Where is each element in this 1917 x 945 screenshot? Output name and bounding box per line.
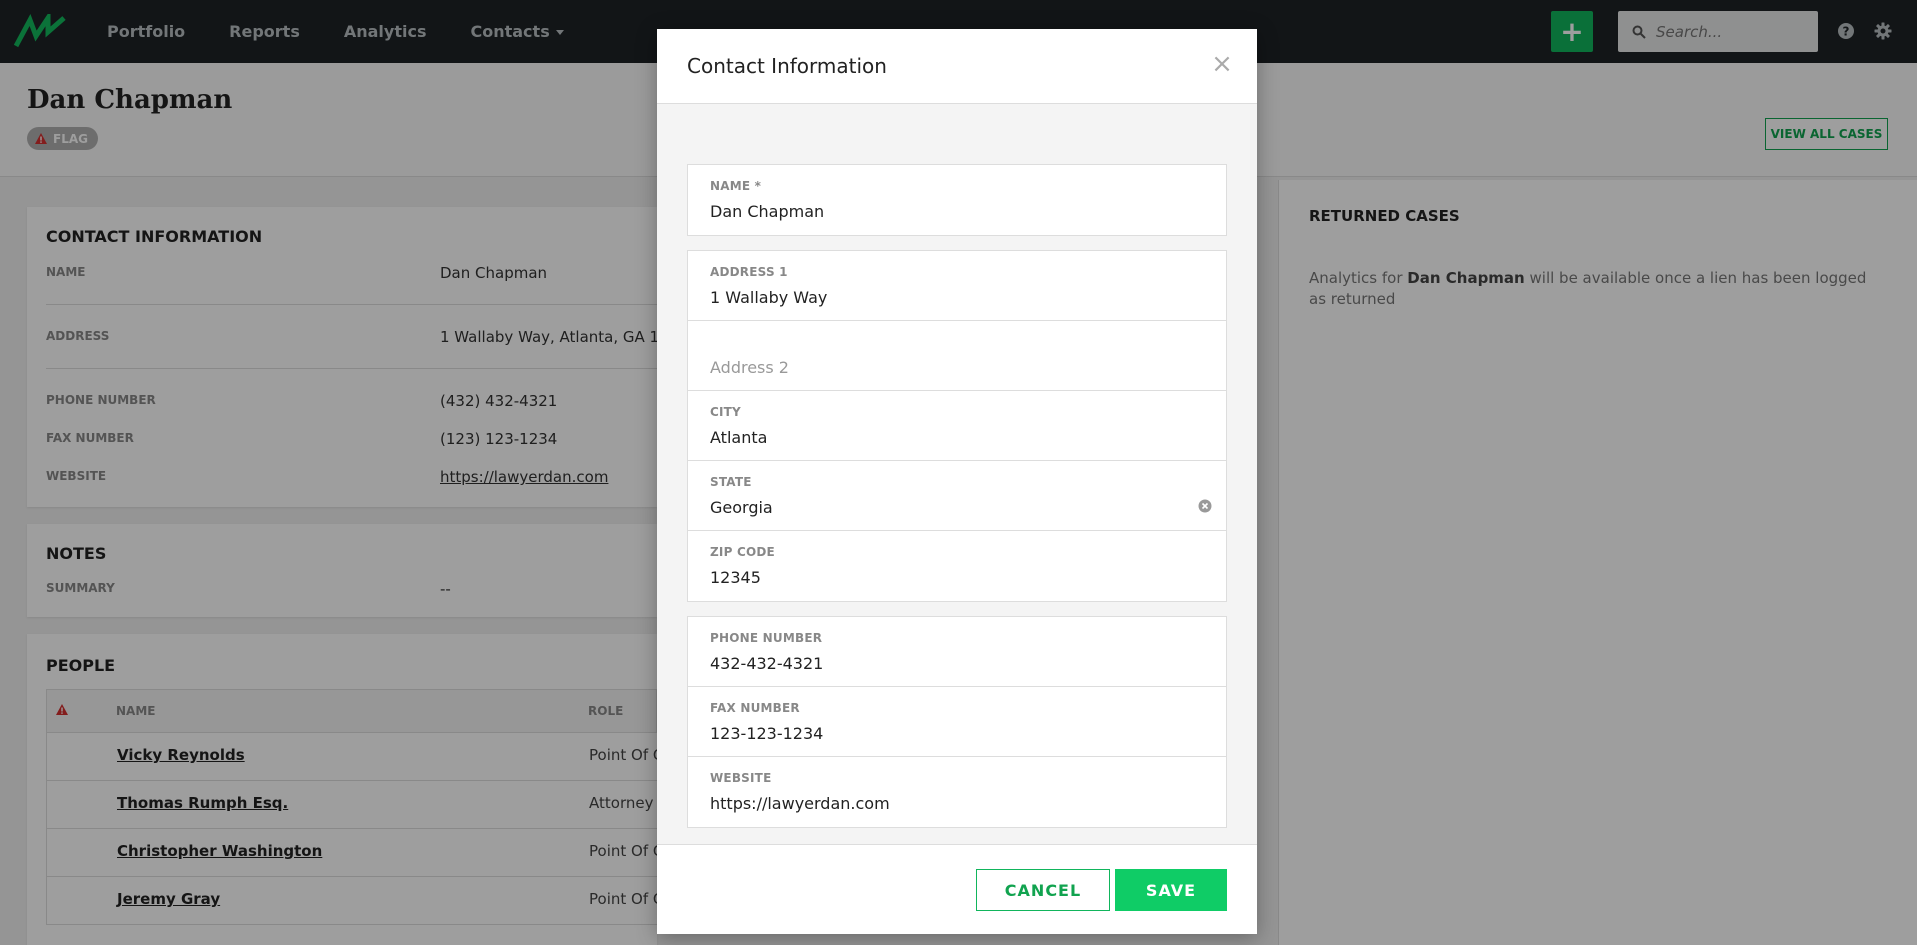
address1-field-label: ADDRESS 1	[710, 265, 788, 279]
modal-body: NAME * ADDRESS 1 CITY STATE	[657, 104, 1257, 844]
name-field-label: NAME *	[710, 179, 762, 193]
save-button[interactable]: SAVE	[1115, 869, 1227, 911]
name-field-group: NAME *	[687, 164, 1227, 236]
city-field[interactable]: CITY	[688, 391, 1226, 461]
cancel-button[interactable]: CANCEL	[976, 869, 1110, 911]
zip-input[interactable]	[710, 565, 1190, 589]
city-field-label: CITY	[710, 405, 741, 419]
fax-input[interactable]	[710, 721, 1190, 745]
website-field-label: WEBSITE	[710, 771, 772, 785]
contact-information-modal: Contact Information × NAME * ADDRESS 1 C…	[657, 29, 1257, 934]
address-field-group: ADDRESS 1 CITY STATE ZIP CODE	[687, 250, 1227, 602]
contact-field-group: PHONE NUMBER FAX NUMBER WEBSITE	[687, 616, 1227, 828]
website-field[interactable]: WEBSITE	[688, 757, 1226, 827]
zip-field[interactable]: ZIP CODE	[688, 531, 1226, 601]
address1-field[interactable]: ADDRESS 1	[688, 251, 1226, 321]
name-input[interactable]	[710, 199, 1190, 223]
address2-input[interactable]	[710, 355, 1190, 379]
city-input[interactable]	[710, 425, 1190, 449]
website-input[interactable]	[710, 791, 1190, 815]
phone-field-label: PHONE NUMBER	[710, 631, 823, 645]
modal-header: Contact Information ×	[657, 29, 1257, 104]
clear-icon[interactable]	[1198, 499, 1212, 513]
name-field[interactable]: NAME *	[688, 165, 1226, 235]
address1-input[interactable]	[710, 285, 1190, 309]
phone-input[interactable]	[710, 651, 1190, 675]
state-field-label: STATE	[710, 475, 752, 489]
modal-title: Contact Information	[687, 54, 887, 78]
fax-field-label: FAX NUMBER	[710, 701, 800, 715]
address2-field[interactable]	[688, 321, 1226, 391]
state-field[interactable]: STATE	[688, 461, 1226, 531]
fax-field[interactable]: FAX NUMBER	[688, 687, 1226, 757]
state-select[interactable]	[710, 495, 1190, 519]
modal-footer: CANCEL SAVE	[657, 844, 1257, 934]
zip-field-label: ZIP CODE	[710, 545, 775, 559]
close-icon[interactable]: ×	[1209, 51, 1235, 77]
phone-field[interactable]: PHONE NUMBER	[688, 617, 1226, 687]
